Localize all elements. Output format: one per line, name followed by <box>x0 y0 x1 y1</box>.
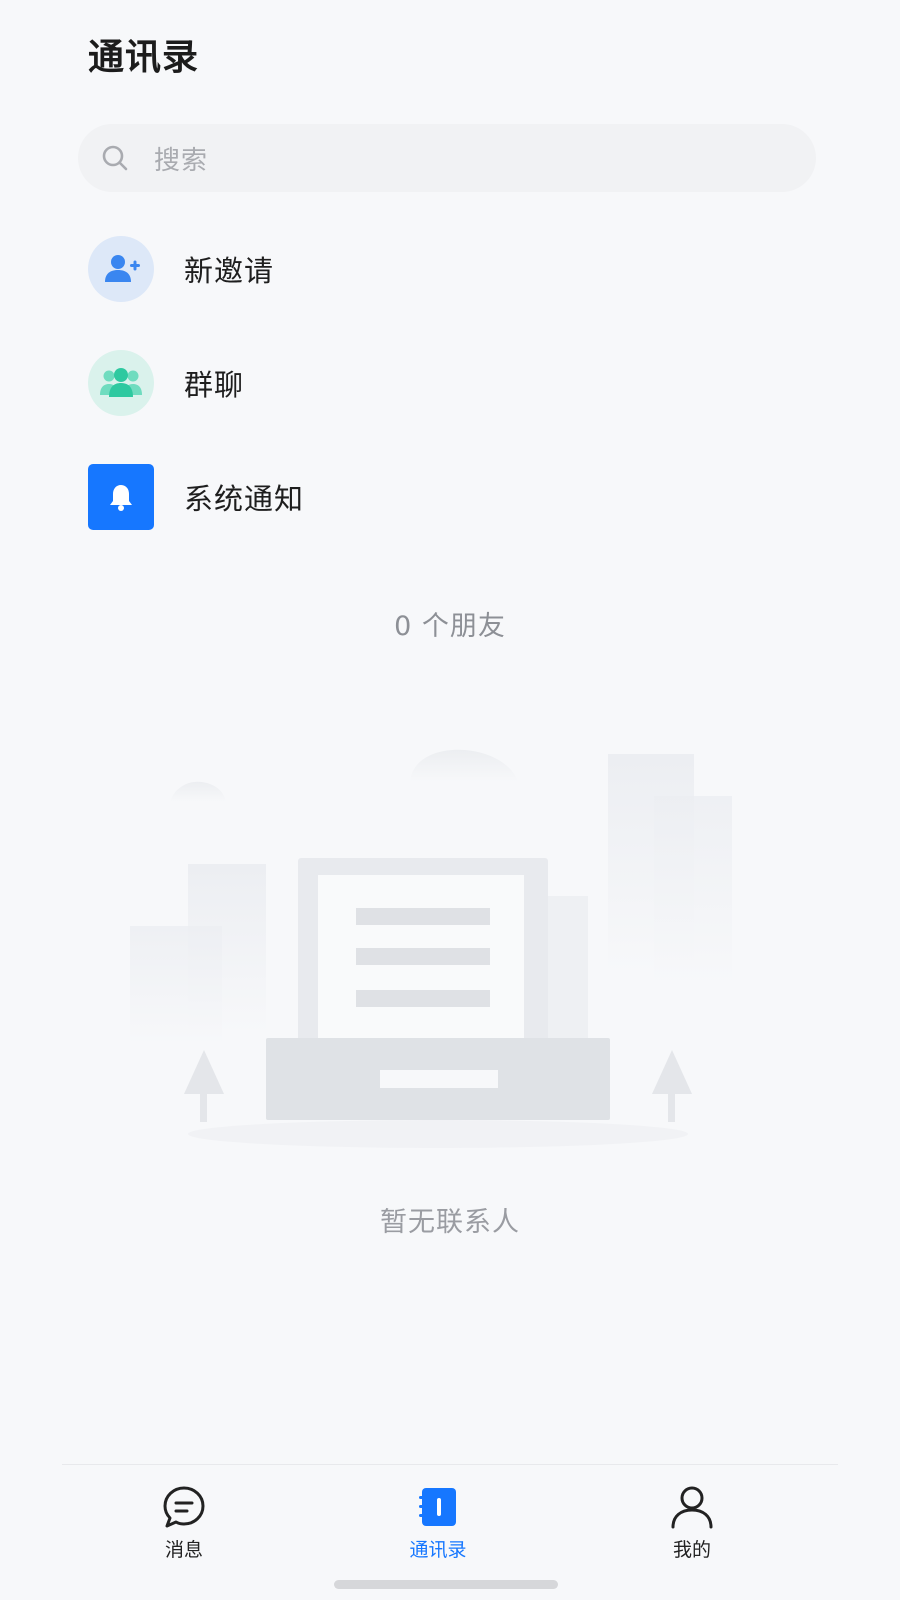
bell-icon <box>88 464 154 530</box>
tab-contacts-label: 通讯录 <box>409 1539 467 1561</box>
group-icon <box>88 350 154 416</box>
system-notifications-item[interactable]: 系统通知 <box>88 464 808 530</box>
tab-me-label: 我的 <box>672 1539 711 1561</box>
empty-contacts-illustration <box>120 730 760 1170</box>
tab-me[interactable]: 我的 <box>642 1485 742 1562</box>
search-input[interactable]: 搜索 <box>154 140 208 177</box>
person-icon <box>670 1485 714 1529</box>
search-bar[interactable]: 搜索 <box>78 124 816 192</box>
tab-contacts[interactable]: 通讯录 <box>388 1485 488 1562</box>
home-indicator[interactable] <box>334 1580 558 1589</box>
new-invites-label: 新邀请 <box>184 254 275 288</box>
add-user-icon <box>88 236 154 302</box>
page-title: 通讯录 <box>88 37 200 78</box>
system-notifications-label: 系统通知 <box>184 482 305 516</box>
new-invites-item[interactable]: 新邀请 <box>88 236 808 302</box>
search-icon <box>98 141 132 175</box>
group-chats-label: 群聊 <box>184 368 245 402</box>
group-chats-item[interactable]: 群聊 <box>88 350 808 416</box>
empty-state-text: 暂无联系人 <box>380 1207 520 1238</box>
tab-messages-label: 消息 <box>164 1539 203 1561</box>
tab-messages[interactable]: 消息 <box>134 1485 234 1562</box>
contacts-book-icon <box>416 1485 460 1529</box>
friend-count: 0 个朋友 <box>394 611 506 642</box>
message-icon <box>162 1485 206 1529</box>
